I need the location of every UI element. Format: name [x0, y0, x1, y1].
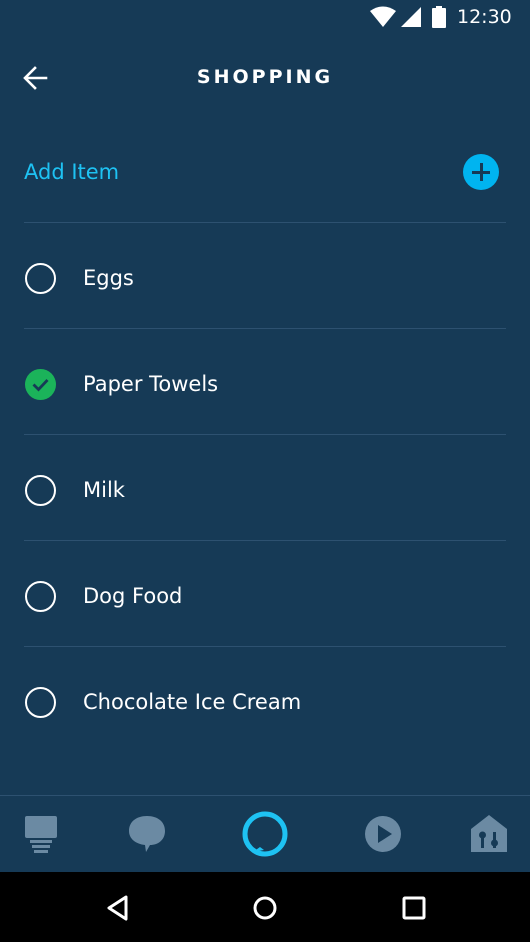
cell-signal-icon — [401, 7, 421, 27]
plus-circle-icon[interactable] — [463, 154, 499, 190]
wifi-icon — [370, 6, 396, 27]
list-item-label: Eggs — [83, 266, 134, 290]
add-item-button[interactable]: Add Item — [24, 144, 506, 222]
system-recents-icon[interactable] — [398, 892, 430, 924]
list-item[interactable]: Dog Food — [0, 541, 530, 647]
app-screen: 12:30 SHOPPING Add Item Eggs Paper Towel… — [0, 0, 530, 942]
smart-home-icon[interactable] — [467, 812, 511, 856]
system-home-icon[interactable] — [249, 892, 281, 924]
alexa-ring-icon[interactable] — [240, 809, 290, 859]
unchecked-circle-icon[interactable] — [25, 475, 56, 506]
status-time: 12:30 — [457, 6, 512, 28]
play-icon[interactable] — [361, 812, 405, 856]
list-item-label: Chocolate Ice Cream — [83, 690, 302, 714]
list-item-label: Paper Towels — [83, 372, 219, 396]
chat-bubble-icon[interactable] — [125, 812, 169, 856]
list-item[interactable]: Paper Towels — [0, 329, 530, 435]
page-title: SHOPPING — [196, 66, 334, 88]
checked-circle-icon[interactable] — [25, 369, 56, 400]
list-item[interactable]: Chocolate Ice Cream — [0, 647, 530, 753]
list-item-label: Milk — [83, 478, 125, 502]
home-icon[interactable] — [19, 812, 63, 856]
unchecked-circle-icon[interactable] — [25, 581, 56, 612]
shopping-list: Eggs Paper Towels Milk Dog Food Chocolat… — [0, 223, 530, 753]
system-nav-bar — [0, 872, 530, 942]
unchecked-circle-icon[interactable] — [25, 687, 56, 718]
list-item[interactable]: Milk — [0, 435, 530, 541]
app-header: SHOPPING — [0, 50, 530, 106]
bottom-nav — [0, 795, 530, 872]
list-item-label: Dog Food — [83, 584, 183, 608]
battery-icon — [432, 6, 446, 28]
list-item[interactable]: Eggs — [0, 223, 530, 329]
add-item-label[interactable]: Add Item — [24, 160, 119, 184]
status-bar: 12:30 — [0, 0, 530, 36]
system-back-icon[interactable] — [102, 892, 134, 924]
unchecked-circle-icon[interactable] — [25, 263, 56, 294]
